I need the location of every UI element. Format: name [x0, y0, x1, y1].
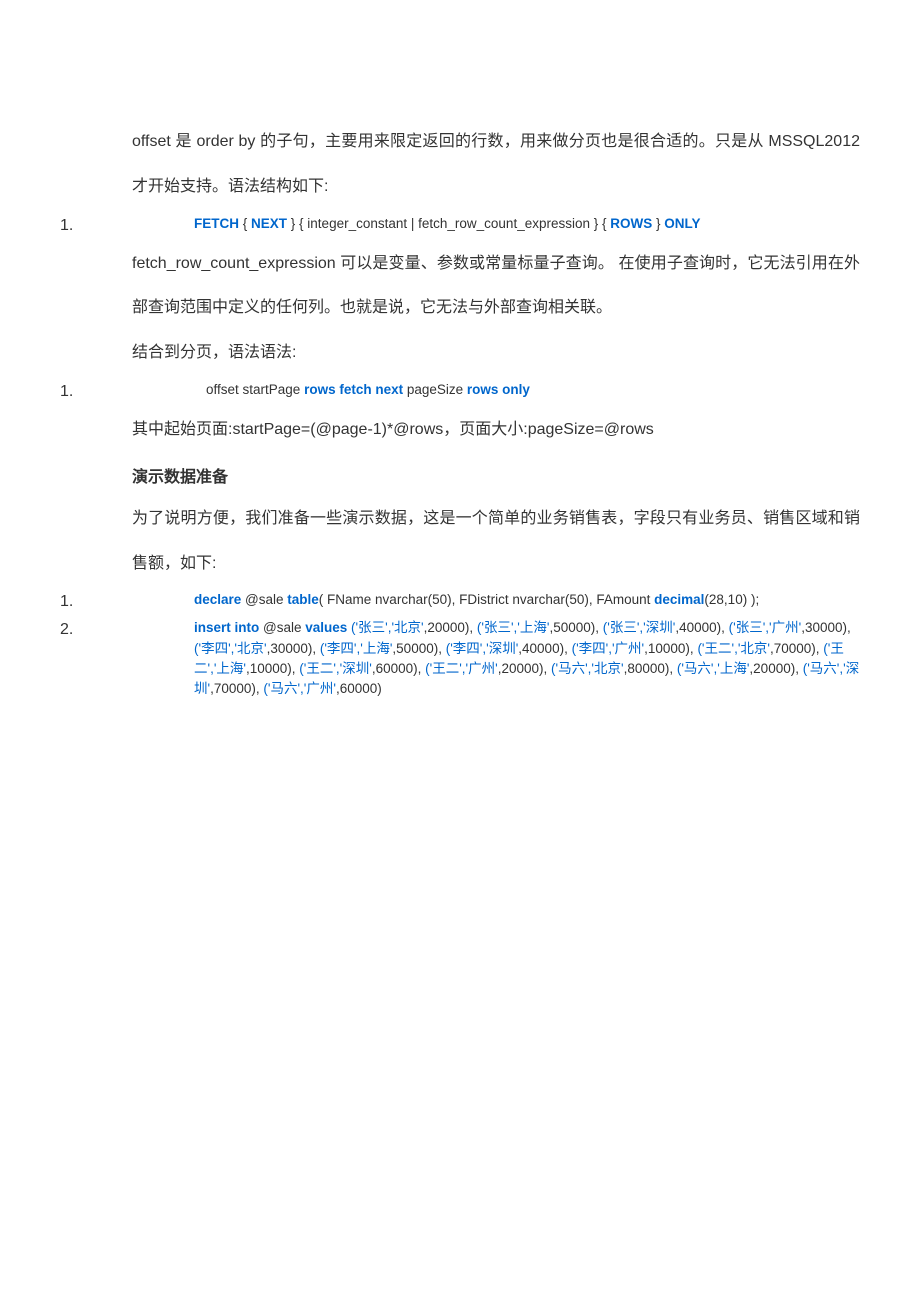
code-text: ,50000), — [549, 620, 602, 635]
keyword-rows-only: rows only — [467, 382, 530, 397]
code-line-3: 1. declare @sale table( FName nvarchar(5… — [60, 590, 860, 614]
keyword-rows: ROWS — [610, 216, 652, 231]
string-literal: ('王二','广州' — [425, 661, 498, 676]
code-text: pageSize — [403, 382, 467, 397]
code-line-4: 2. insert into @sale values ('张三','北京',2… — [60, 618, 860, 699]
code-text: ,20000), — [498, 661, 551, 676]
string-literal: ('李四','深圳' — [446, 641, 519, 656]
code-body: declare @sale table( FName nvarchar(50),… — [134, 590, 860, 610]
code-text: ,40000), — [518, 641, 571, 656]
string-literal: ('张三','上海' — [477, 620, 550, 635]
keyword-fetch: FETCH — [194, 216, 239, 231]
document-content: offset 是 order by 的子句，主要用来限定返回的行数，用来做分页也… — [0, 0, 920, 743]
string-literal: ('李四','上海' — [320, 641, 393, 656]
code-text: (28,10) ); — [704, 592, 759, 607]
keyword-declare: declare — [194, 592, 241, 607]
string-literal: ('李四','广州' — [572, 641, 645, 656]
code-body: offset startPage rows fetch next pageSiz… — [134, 380, 860, 400]
code-text: } { integer_constant | fetch_row_count_e… — [287, 216, 610, 231]
code-text: @sale — [241, 592, 287, 607]
code-text: ,20000), — [749, 661, 802, 676]
string-literal: ('张三','深圳' — [603, 620, 676, 635]
code-body: insert into @sale values ('张三','北京',2000… — [134, 618, 860, 699]
code-text: offset startPage — [206, 382, 304, 397]
keyword-table: table — [287, 592, 319, 607]
code-text: ,10000), — [246, 661, 299, 676]
code-line-number: 1. — [60, 214, 134, 238]
code-text: ,40000), — [675, 620, 728, 635]
string-literal: ('王二','北京' — [697, 641, 770, 656]
keyword-only: ONLY — [664, 216, 700, 231]
code-line-number: 2. — [60, 618, 134, 642]
code-text: ( FName nvarchar(50), FDistrict nvarchar… — [319, 592, 654, 607]
section-heading: 演示数据准备 — [132, 463, 860, 487]
code-text: ,70000), — [770, 641, 823, 656]
string-literal: ('张三','广州' — [729, 620, 802, 635]
paragraph: 结合到分页，语法语法: — [132, 331, 860, 376]
string-literal: ('马六','广州' — [263, 681, 336, 696]
keyword-values: values — [305, 620, 347, 635]
code-text: ,10000), — [644, 641, 697, 656]
string-literal: ('马六','上海' — [677, 661, 750, 676]
string-literal: ('李四','北京' — [194, 641, 267, 656]
code-text: ,20000), — [424, 620, 477, 635]
keyword-next: NEXT — [251, 216, 287, 231]
code-line-number: 1. — [60, 380, 134, 404]
code-text: ,80000), — [624, 661, 677, 676]
code-text: ,30000), — [267, 641, 320, 656]
string-literal: ('张三','北京' — [351, 620, 424, 635]
code-text: ,60000) — [336, 681, 382, 696]
code-text: ,70000), — [210, 681, 263, 696]
string-literal: ('马六','北京' — [551, 661, 624, 676]
code-text: ,30000), — [801, 620, 851, 635]
code-line-number: 1. — [60, 590, 134, 614]
keyword-decimal: decimal — [654, 592, 704, 607]
code-line-1: 1. FETCH { NEXT } { integer_constant | f… — [60, 214, 860, 238]
code-text: @sale — [259, 620, 305, 635]
string-literal: ('王二','深圳' — [299, 661, 372, 676]
paragraph: offset 是 order by 的子句，主要用来限定返回的行数，用来做分页也… — [132, 120, 860, 210]
code-text: { — [239, 216, 251, 231]
code-body: FETCH { NEXT } { integer_constant | fetc… — [134, 214, 860, 234]
paragraph: 其中起始页面:startPage=(@page-1)*@rows，页面大小:pa… — [132, 408, 860, 453]
code-text: ,60000), — [372, 661, 425, 676]
paragraph: 为了说明方便，我们准备一些演示数据，这是一个简单的业务销售表，字段只有业务员、销… — [132, 497, 860, 587]
code-text: } — [652, 216, 664, 231]
paragraph: fetch_row_count_expression 可以是变量、参数或常量标量… — [132, 242, 860, 332]
code-text: ,50000), — [392, 641, 445, 656]
code-line-2: 1. offset startPage rows fetch next page… — [60, 380, 860, 404]
keyword-insert-into: insert into — [194, 620, 259, 635]
keyword-rows-fetch-next: rows fetch next — [304, 382, 403, 397]
